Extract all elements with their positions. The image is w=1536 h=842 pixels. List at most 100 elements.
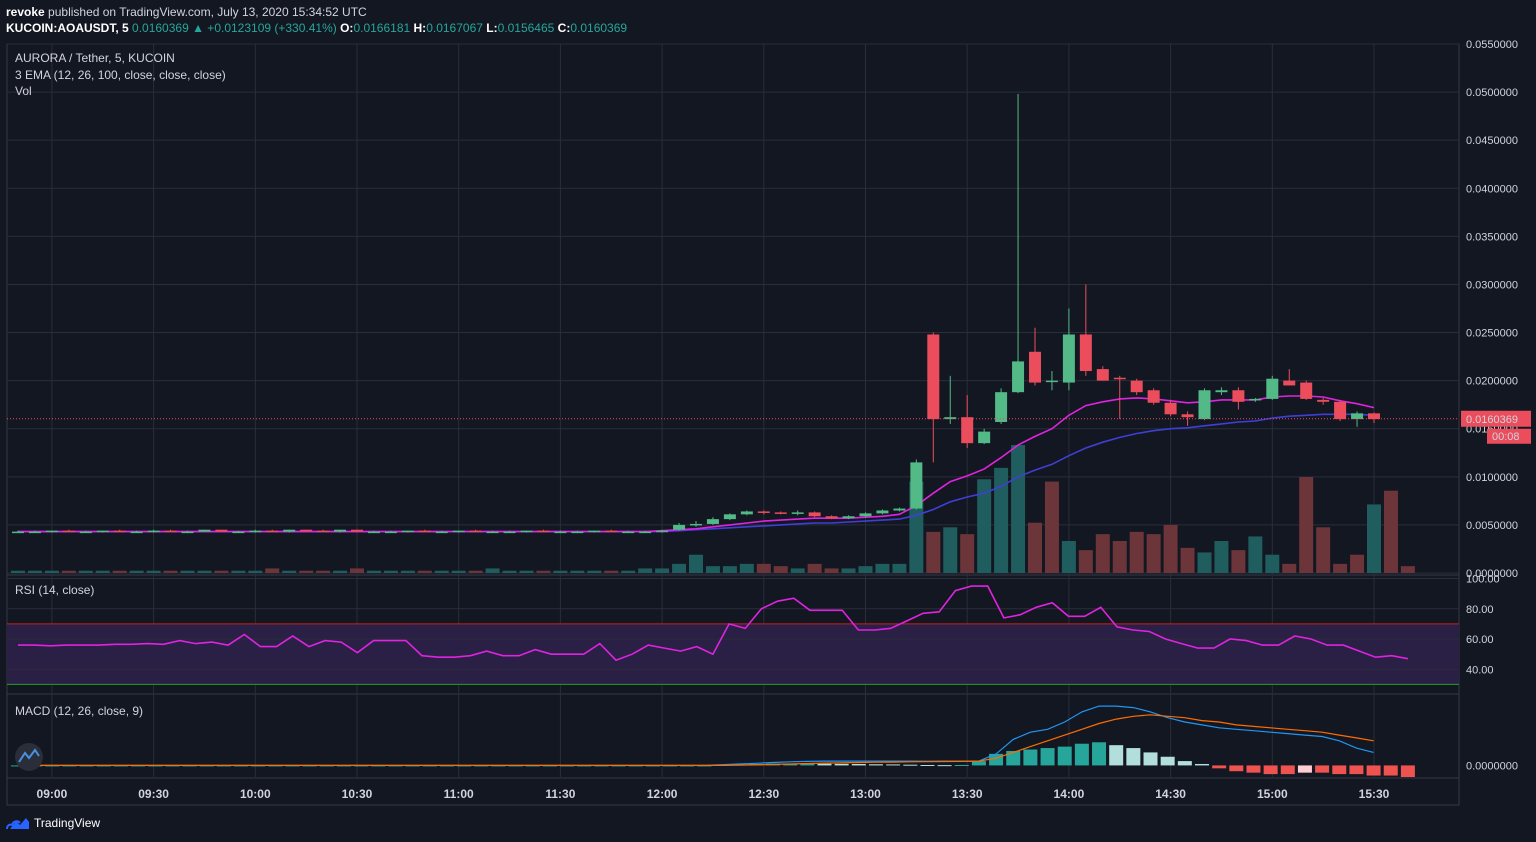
volume-bar <box>943 527 958 573</box>
price-axis-label: 0.0200000 <box>1466 376 1518 388</box>
volume-bar <box>78 570 93 573</box>
macd-histogram-bar <box>1383 765 1398 776</box>
candle-body <box>300 529 313 532</box>
volume-bar <box>129 570 144 573</box>
time-axis-label: 10:30 <box>342 787 373 801</box>
volume-bar <box>1044 481 1059 573</box>
candle-body <box>96 530 109 533</box>
volume-bar <box>892 563 907 573</box>
candle-body <box>435 531 448 534</box>
volume-bar <box>27 570 42 573</box>
volume-bar <box>621 570 636 573</box>
volume-bar <box>1299 477 1314 573</box>
macd-histogram-bar <box>1143 752 1158 766</box>
volume-bar <box>1231 550 1246 573</box>
volume-bar <box>163 570 178 573</box>
volume-bar <box>282 570 297 573</box>
macd-histogram-bar <box>1177 761 1192 766</box>
volume-bar <box>112 570 127 573</box>
candle-body <box>1232 390 1245 402</box>
candle-body <box>1198 390 1211 420</box>
candle-body <box>12 531 24 534</box>
ema-legend[interactable]: 3 EMA (12, 26, 100, close, close, close) <box>15 68 226 82</box>
volume-bar <box>1112 541 1127 573</box>
candle-body <box>978 431 991 444</box>
candle-body <box>1215 390 1228 393</box>
price-axis-label: 0.0500000 <box>1466 87 1518 99</box>
volume-bar <box>1061 541 1076 573</box>
volume-bar <box>333 570 348 573</box>
candle-body <box>859 513 872 517</box>
volume-bar <box>1383 490 1398 573</box>
volume-bar <box>705 566 720 573</box>
volume-bar <box>824 568 839 573</box>
macd-histogram-bar <box>817 763 832 766</box>
candle-body <box>181 531 194 534</box>
volume-bar <box>1248 536 1263 573</box>
candle-body <box>317 530 330 533</box>
volume-legend[interactable]: Vol <box>15 84 32 98</box>
candle-body <box>757 511 770 513</box>
macd-histogram-bar <box>886 764 901 766</box>
candle-body <box>571 531 584 534</box>
volume-bar <box>1282 563 1297 573</box>
volume-bar <box>604 570 619 573</box>
trading-chart[interactable]: 09:00 09:30 10:00 10:30 11:00 11:30 12:00 12:30… <box>0 0 1536 842</box>
candle-body <box>876 510 889 514</box>
candle-body <box>113 530 126 533</box>
price-axis-label: 0.0100000 <box>1466 472 1518 484</box>
rsi-legend[interactable]: RSI (14, close) <box>15 583 94 597</box>
volume-bar <box>350 568 364 573</box>
candle-body <box>418 530 431 533</box>
macd-histogram-bar <box>937 765 952 767</box>
candle-body <box>1351 413 1364 420</box>
candle-body <box>266 530 279 533</box>
time-axis-label: 14:00 <box>1054 787 1085 801</box>
candle-body <box>401 530 414 533</box>
volume-bar <box>655 568 670 573</box>
volume-bar <box>248 570 263 573</box>
candle-body <box>28 531 41 534</box>
price-axis-label: 0.0250000 <box>1466 328 1518 340</box>
volume-bar <box>417 570 432 573</box>
volume-bar <box>485 568 500 573</box>
macd-histogram-bar <box>1212 765 1227 769</box>
volume-bar <box>1333 563 1348 573</box>
macd-histogram-bar <box>1263 765 1278 775</box>
candle-body <box>656 530 669 533</box>
volume-bar <box>265 568 280 573</box>
price-axis-label: 0.0450000 <box>1466 135 1518 147</box>
candle-body <box>706 519 719 524</box>
time-axis-label: 11:30 <box>545 787 575 801</box>
candle-body <box>537 530 550 533</box>
volume-bar <box>536 570 551 573</box>
brand-name: TradingView <box>34 816 101 830</box>
candle-body <box>503 531 516 534</box>
candle-body <box>486 531 499 534</box>
tradingview-logo[interactable]: TradingView <box>6 816 100 830</box>
candle-body <box>1266 378 1279 399</box>
candle-body <box>1096 369 1109 381</box>
macd-axis-label: 0.0000000 <box>1466 760 1518 772</box>
candle-body <box>842 516 855 519</box>
macd-histogram-bar <box>1074 743 1089 766</box>
volume-bar <box>316 570 331 573</box>
macd-histogram-bar <box>1109 745 1124 766</box>
last-price-tag-text: 0.0160369 <box>1466 414 1518 426</box>
price-axis-label: 0.0050000 <box>1466 520 1518 532</box>
macd-legend[interactable]: MACD (12, 26, close, 9) <box>15 704 143 718</box>
candle-body <box>1368 413 1380 420</box>
candle-body <box>605 530 618 533</box>
candle-body <box>622 531 635 534</box>
symbol-legend[interactable]: AURORA / Tether, 5, KUCOIN <box>15 51 175 65</box>
volume-bar <box>434 570 449 573</box>
candle-body <box>927 334 940 420</box>
rsi-axis-label: 100.00 <box>1466 574 1500 586</box>
volume-bar <box>1197 552 1212 573</box>
candle-body <box>723 514 736 520</box>
candle-body <box>639 531 652 534</box>
volume-bar <box>739 563 754 573</box>
volume-bar <box>502 570 517 573</box>
volume-bar <box>1180 547 1195 573</box>
candle-body <box>893 508 906 511</box>
